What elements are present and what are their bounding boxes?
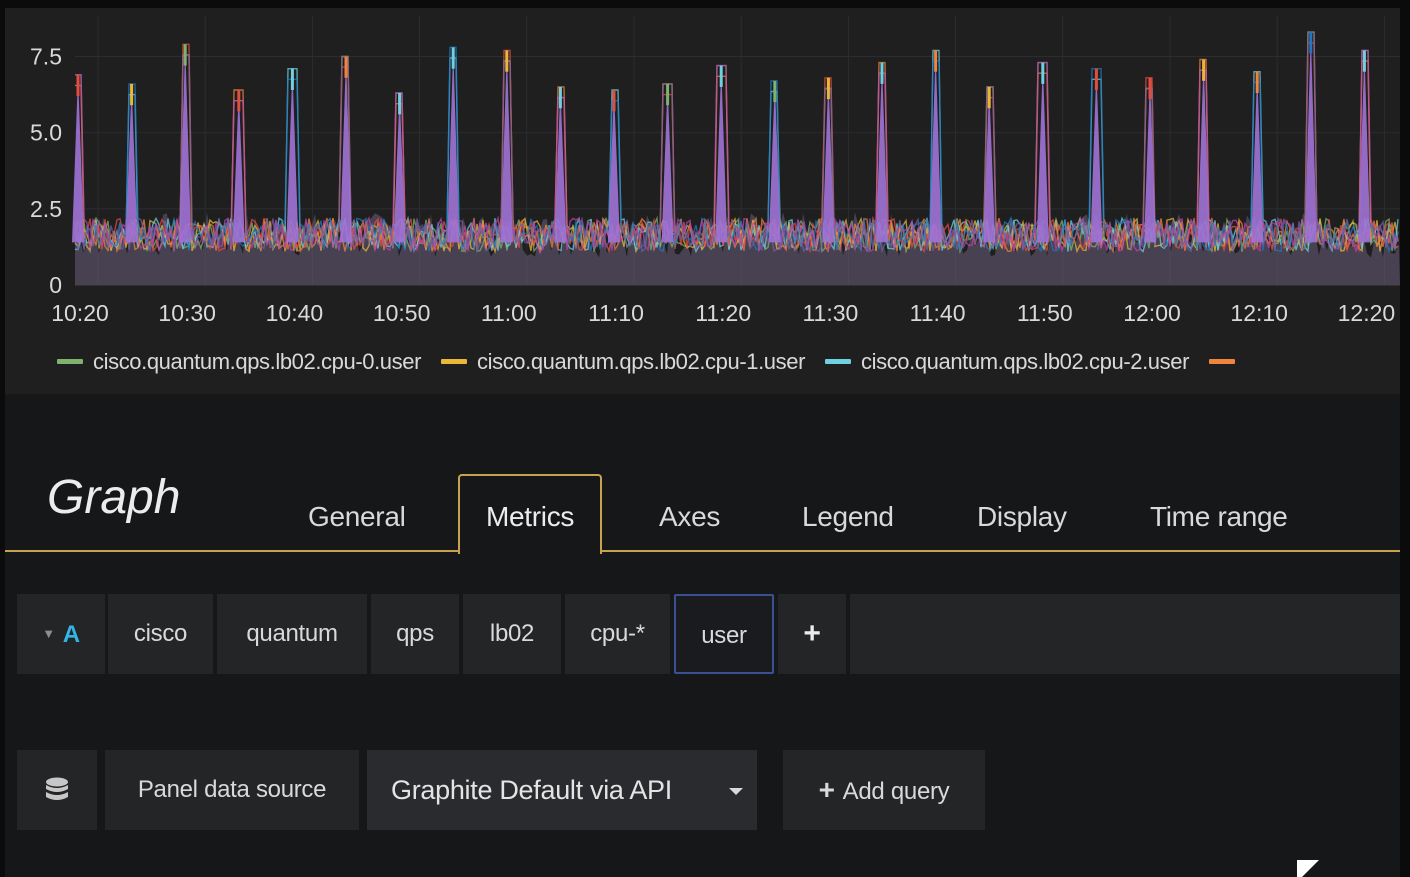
query-row: ▼ A cisco quantum qps lb02 cpu-* user +: [17, 594, 1400, 674]
datasource-selected-value: Graphite Default via API: [391, 775, 672, 805]
x-tick-label: 10:50: [373, 300, 431, 326]
legend-label: cisco.quantum.qps.lb02.cpu-0.user: [93, 348, 421, 374]
x-tick-label: 11:50: [1017, 300, 1073, 326]
dashboard-frame: 0 2.5 5.0 7.5 10:20 10:30 10:40 10:50 11:00 11:10…: [5, 8, 1400, 877]
legend-swatch: [57, 359, 83, 364]
x-tick-label: 12:20: [1338, 300, 1396, 326]
metric-segment-cpu[interactable]: cpu-*: [565, 594, 670, 674]
legend-item[interactable]: cisco.quantum.qps.lb02.cpu-0.user: [57, 349, 421, 375]
graph-chart: 0 2.5 5.0 7.5 10:20 10:30 10:40 10:50 11:00 11:10…: [30, 16, 1400, 326]
x-tick-label: 11:30: [802, 300, 858, 326]
query-ref-toggle[interactable]: ▼ A: [17, 594, 105, 674]
x-tick-label: 10:40: [266, 300, 324, 326]
add-segment-button[interactable]: +: [778, 594, 846, 674]
legend-item[interactable]: cisco.quantum.qps.lb02.cpu-2.user: [825, 349, 1189, 375]
legend-label: cisco.quantum.qps.lb02.cpu-2.user: [861, 348, 1189, 374]
panel-data-source-label: Panel data source: [105, 750, 359, 830]
x-tick-label: 11:10: [588, 300, 644, 326]
metric-segment-qps[interactable]: qps: [371, 594, 459, 674]
x-tick-label: 10:20: [51, 300, 109, 326]
y-tick-label: 2.5: [30, 196, 62, 222]
legend-item[interactable]: cisco.quantum.qps.lb02.cpu-1.user: [441, 349, 805, 375]
x-tick-label: 11:00: [481, 300, 537, 326]
y-tick-label: 5.0: [30, 120, 62, 146]
tab-general[interactable]: General: [300, 482, 414, 550]
tab-legend[interactable]: Legend: [794, 482, 902, 550]
metric-segment-lb02[interactable]: lb02: [463, 594, 561, 674]
metric-segment-cisco[interactable]: cisco: [108, 594, 213, 674]
x-tick-label: 11:20: [695, 300, 751, 326]
legend-swatch: [1209, 359, 1235, 364]
legend-item[interactable]: [1209, 359, 1245, 364]
y-tick-label: 0: [49, 272, 62, 298]
x-tick-label: 10:30: [158, 300, 216, 326]
add-query-label: Add query: [842, 778, 950, 805]
graph-legend: cisco.quantum.qps.lb02.cpu-0.user cisco.q…: [57, 344, 1400, 374]
query-ref-id: A: [62, 621, 80, 648]
legend-label: cisco.quantum.qps.lb02.cpu-1.user: [477, 348, 805, 374]
tab-time-range[interactable]: Time range: [1142, 482, 1296, 550]
caret-down-icon: [729, 788, 743, 795]
legend-swatch: [441, 359, 467, 364]
tab-display[interactable]: Display: [969, 482, 1075, 550]
plus-icon: +: [803, 617, 821, 650]
tab-metrics[interactable]: Metrics: [458, 474, 603, 554]
y-tick-label: 7.5: [30, 43, 62, 69]
database-icon: [46, 777, 68, 800]
metric-segment-user[interactable]: user: [674, 594, 774, 674]
database-icon-box: [17, 750, 97, 830]
query-row-filler: [850, 594, 1400, 674]
legend-swatch: [825, 359, 851, 364]
mouse-cursor-icon: [1297, 860, 1319, 877]
graph-panel: 0 2.5 5.0 7.5 10:20 10:30 10:40 10:50 11:00 11:10…: [5, 8, 1400, 394]
caret-down-icon: ▼: [42, 626, 55, 641]
panel-editor-header: Graph General Metrics Axes Legend Displa…: [5, 448, 1400, 554]
plus-icon: +: [818, 774, 835, 805]
datasource-select[interactable]: Graphite Default via API: [367, 750, 757, 830]
panel-type-title: Graph: [47, 471, 181, 524]
tab-axes[interactable]: Axes: [651, 482, 728, 550]
x-tick-label: 12:00: [1123, 300, 1181, 326]
x-tick-label: 12:10: [1230, 300, 1288, 326]
add-query-button[interactable]: + Add query: [783, 750, 985, 830]
x-tick-label: 11:40: [910, 300, 966, 326]
metric-segment-quantum[interactable]: quantum: [217, 594, 367, 674]
